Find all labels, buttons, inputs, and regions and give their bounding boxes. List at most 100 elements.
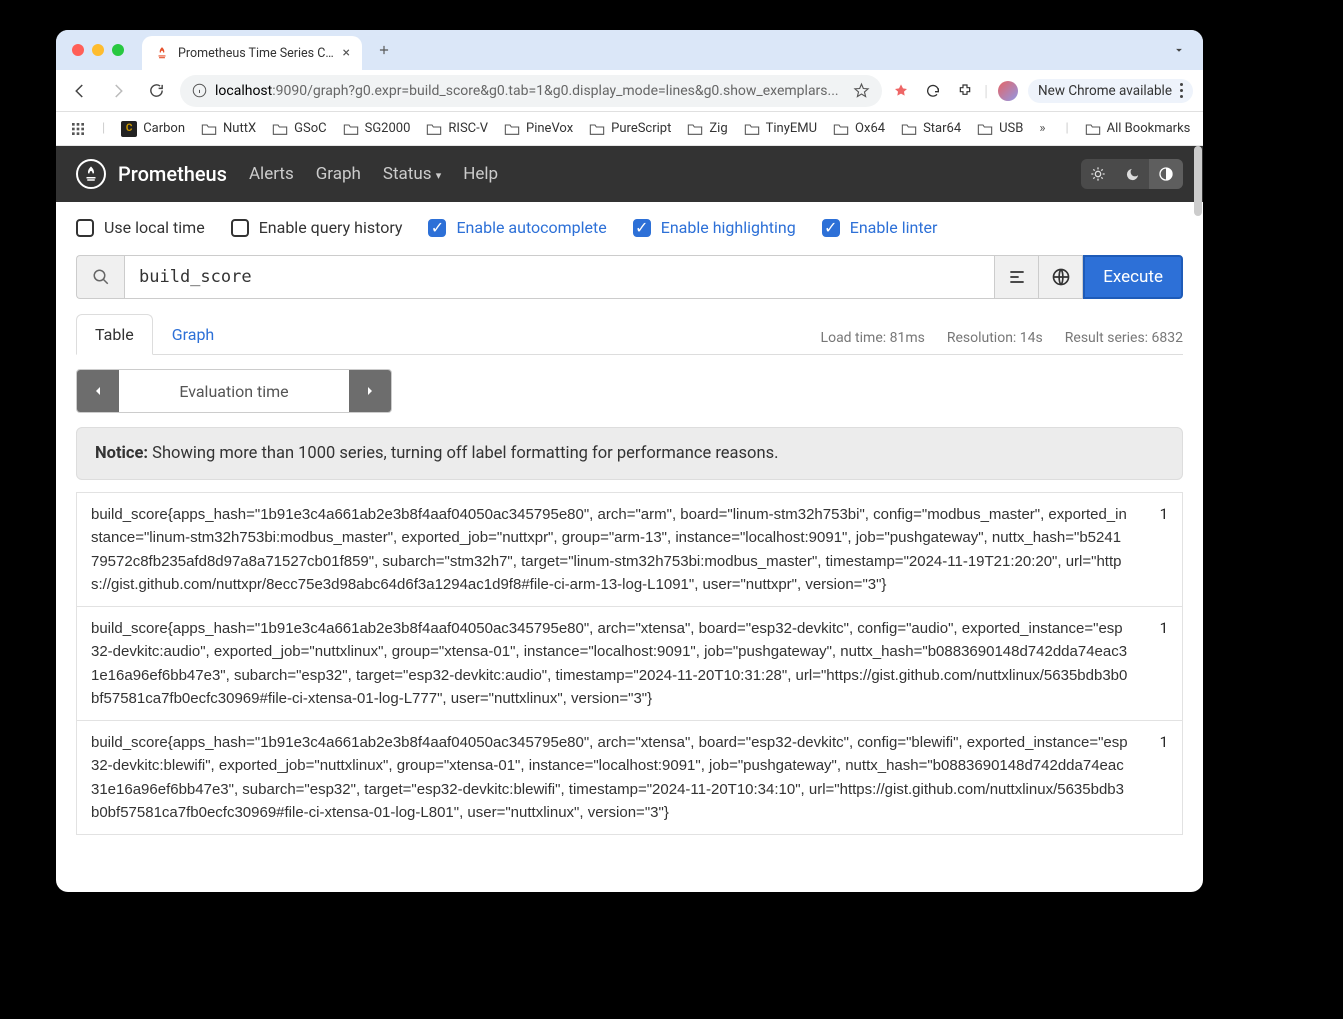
evaluation-time-control: Evaluation time bbox=[76, 369, 392, 413]
prometheus-favicon-icon bbox=[154, 45, 170, 61]
bookmark-nuttx[interactable]: NuttX bbox=[201, 121, 256, 136]
format-query-button[interactable] bbox=[995, 255, 1039, 299]
result-series: Result series: 6832 bbox=[1065, 330, 1183, 346]
separator: | bbox=[102, 121, 105, 136]
site-info-icon[interactable] bbox=[192, 83, 207, 98]
forward-button[interactable] bbox=[104, 77, 132, 105]
close-window-button[interactable] bbox=[72, 44, 84, 56]
brand-text: Prometheus bbox=[118, 162, 227, 186]
metric-text[interactable]: build_score{apps_hash="1b91e3c4a661ab2e3… bbox=[91, 617, 1128, 710]
minimize-window-button[interactable] bbox=[92, 44, 104, 56]
extension-icon-1[interactable] bbox=[892, 82, 910, 100]
tab-graph[interactable]: Graph bbox=[153, 314, 234, 355]
notice-banner: Notice: Showing more than 1000 series, t… bbox=[76, 427, 1183, 480]
browser-tab[interactable]: Prometheus Time Series Colle × bbox=[142, 36, 362, 70]
extension-icons bbox=[892, 82, 974, 100]
enable-highlighting-checkbox[interactable]: ✓ Enable highlighting bbox=[633, 218, 796, 237]
bookmark-riscv[interactable]: RISC-V bbox=[426, 121, 488, 136]
bookmark-pinevox[interactable]: PineVox bbox=[504, 121, 573, 136]
query-input[interactable] bbox=[124, 255, 995, 299]
checkbox-checked-icon: ✓ bbox=[822, 219, 840, 237]
update-chrome-text: New Chrome available bbox=[1038, 83, 1172, 99]
metric-text[interactable]: build_score{apps_hash="1b91e3c4a661ab2e3… bbox=[91, 731, 1128, 824]
table-row: build_score{apps_hash="1b91e3c4a661ab2e3… bbox=[76, 721, 1183, 835]
close-tab-icon[interactable]: × bbox=[343, 45, 350, 61]
eval-next-button[interactable] bbox=[349, 370, 391, 412]
resolution: Resolution: 14s bbox=[947, 330, 1043, 346]
results-table: build_score{apps_hash="1b91e3c4a661ab2e3… bbox=[56, 492, 1203, 835]
search-icon bbox=[76, 255, 124, 299]
scrollbar[interactable] bbox=[1194, 146, 1202, 216]
use-local-time-checkbox[interactable]: Use local time bbox=[76, 218, 205, 237]
tabs-dropdown-icon[interactable] bbox=[1165, 43, 1193, 57]
page-content: Prometheus Alerts Graph Status ▾ Help Us… bbox=[56, 146, 1203, 892]
result-tabs: Table Graph Load time: 81ms Resolution: … bbox=[56, 307, 1203, 354]
checkbox-icon bbox=[231, 219, 249, 237]
all-bookmarks-button[interactable]: All Bookmarks bbox=[1085, 121, 1191, 136]
bookmark-purescript[interactable]: PureScript bbox=[589, 121, 671, 136]
separator: | bbox=[984, 81, 988, 100]
extension-icon-2[interactable] bbox=[924, 82, 942, 100]
enable-query-history-checkbox[interactable]: Enable query history bbox=[231, 218, 403, 237]
traffic-lights bbox=[72, 44, 124, 56]
bookmark-zig[interactable]: Zig bbox=[687, 121, 727, 136]
table-row: build_score{apps_hash="1b91e3c4a661ab2e3… bbox=[76, 607, 1183, 721]
metric-value: 1 bbox=[1148, 731, 1168, 824]
browser-window: Prometheus Time Series Colle × localhost… bbox=[56, 30, 1203, 892]
execute-button[interactable]: Execute bbox=[1083, 255, 1183, 299]
query-options: Use local time Enable query history ✓ En… bbox=[56, 202, 1203, 247]
maximize-window-button[interactable] bbox=[112, 44, 124, 56]
address-bar[interactable]: localhost:9090/graph?g0.expr=build_score… bbox=[180, 75, 882, 107]
evaluation-time-row: Evaluation time bbox=[56, 355, 1203, 423]
theme-dark-button[interactable] bbox=[1115, 159, 1149, 189]
nav-alerts[interactable]: Alerts bbox=[249, 164, 294, 184]
update-chrome-chip[interactable]: New Chrome available bbox=[1028, 79, 1193, 103]
bookmark-carbon[interactable]: CCarbon bbox=[121, 121, 185, 137]
prometheus-navbar: Prometheus Alerts Graph Status ▾ Help bbox=[56, 146, 1203, 202]
theme-toggle bbox=[1081, 159, 1183, 189]
profile-avatar[interactable] bbox=[998, 81, 1018, 101]
nav-help[interactable]: Help bbox=[463, 164, 498, 184]
query-stats: Load time: 81ms Resolution: 14s Result s… bbox=[821, 330, 1183, 354]
nav-graph[interactable]: Graph bbox=[316, 164, 361, 184]
extensions-menu-icon[interactable] bbox=[956, 82, 974, 100]
checkbox-icon bbox=[76, 219, 94, 237]
bookmark-sg2000[interactable]: SG2000 bbox=[343, 121, 411, 136]
query-row: Execute bbox=[56, 247, 1203, 307]
bookmark-usb[interactable]: USB bbox=[977, 121, 1023, 136]
chevron-down-icon: ▾ bbox=[436, 169, 442, 182]
browser-toolbar: localhost:9090/graph?g0.expr=build_score… bbox=[56, 70, 1203, 112]
theme-auto-button[interactable] bbox=[1149, 159, 1183, 189]
globe-button[interactable] bbox=[1039, 255, 1083, 299]
prometheus-brand[interactable]: Prometheus bbox=[76, 159, 227, 189]
new-tab-button[interactable] bbox=[370, 36, 398, 64]
url-text: localhost:9090/graph?g0.expr=build_score… bbox=[215, 83, 845, 99]
bookmarks-overflow-icon[interactable]: » bbox=[1039, 121, 1045, 136]
bookmark-star-icon[interactable] bbox=[853, 82, 870, 99]
eval-time-input[interactable]: Evaluation time bbox=[119, 370, 349, 412]
back-button[interactable] bbox=[66, 77, 94, 105]
bookmark-ox64[interactable]: Ox64 bbox=[833, 121, 885, 136]
notice-text: Showing more than 1000 series, turning o… bbox=[148, 444, 778, 463]
bookmark-tinyemu[interactable]: TinyEMU bbox=[744, 121, 817, 136]
load-time: Load time: 81ms bbox=[821, 330, 925, 346]
eval-prev-button[interactable] bbox=[77, 370, 119, 412]
tab-title: Prometheus Time Series Colle bbox=[178, 46, 335, 61]
prometheus-logo-icon bbox=[76, 159, 106, 189]
enable-autocomplete-checkbox[interactable]: ✓ Enable autocomplete bbox=[428, 218, 606, 237]
tab-strip: Prometheus Time Series Colle × bbox=[56, 30, 1203, 70]
bookmarks-bar: | CCarbon NuttX GSoC SG2000 RISC-V PineV… bbox=[56, 112, 1203, 146]
bookmark-star64[interactable]: Star64 bbox=[901, 121, 961, 136]
bookmark-gsoc[interactable]: GSoC bbox=[272, 121, 326, 136]
apps-icon[interactable] bbox=[70, 121, 86, 137]
metric-text[interactable]: build_score{apps_hash="1b91e3c4a661ab2e3… bbox=[91, 503, 1128, 596]
table-row: build_score{apps_hash="1b91e3c4a661ab2e3… bbox=[76, 492, 1183, 607]
tab-table[interactable]: Table bbox=[76, 314, 153, 355]
enable-linter-checkbox[interactable]: ✓ Enable linter bbox=[822, 218, 938, 237]
reload-button[interactable] bbox=[142, 77, 170, 105]
theme-light-button[interactable] bbox=[1081, 159, 1115, 189]
nav-status[interactable]: Status ▾ bbox=[383, 164, 441, 184]
separator: | bbox=[1065, 121, 1068, 136]
notice-prefix: Notice: bbox=[95, 444, 148, 463]
checkbox-checked-icon: ✓ bbox=[633, 219, 651, 237]
